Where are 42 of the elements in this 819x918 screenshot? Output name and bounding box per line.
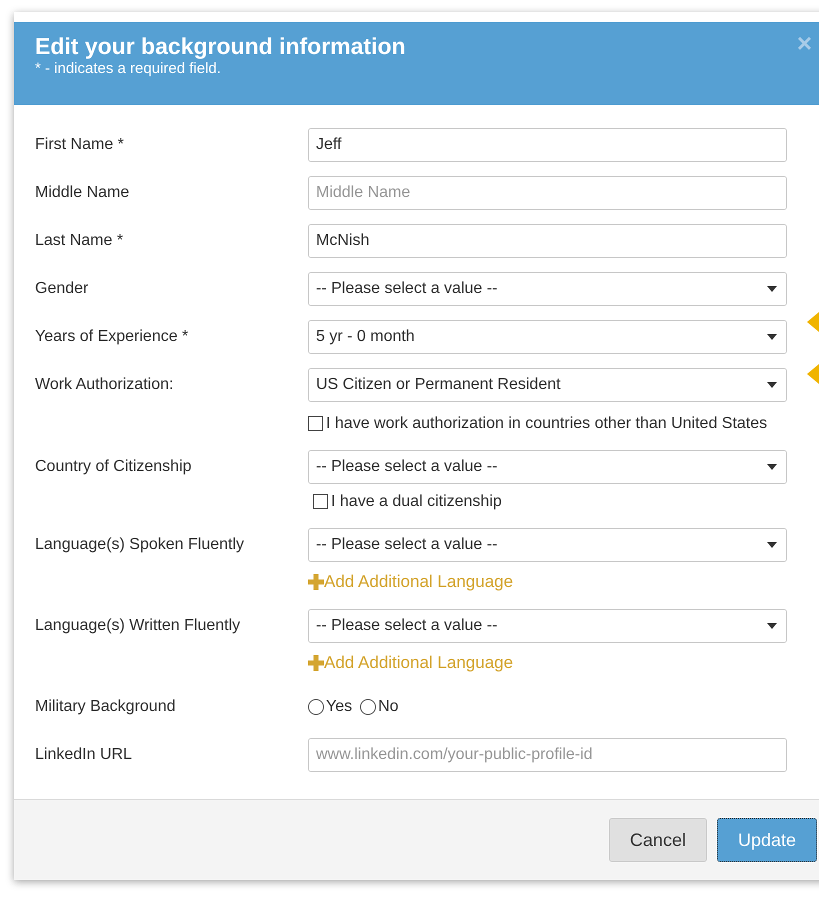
radio-label: No: [378, 698, 399, 716]
required-field-note: * - indicates a required field.: [35, 60, 222, 78]
select-field[interactable]: US Citizen or Permanent Resident: [308, 368, 787, 402]
field-label: Country of Citizenship: [35, 457, 193, 477]
select-field[interactable]: -- Please select a value --: [308, 272, 787, 306]
checkbox-label: I have a dual citizenship: [331, 492, 502, 512]
pointer-triangle-icon: [807, 364, 819, 384]
field-label: Language(s) Written Fluently: [35, 616, 242, 636]
select-field[interactable]: -- Please select a value --: [308, 450, 787, 484]
caret-icon: [767, 334, 777, 340]
caret-icon: [767, 542, 777, 548]
field-label: Middle Name: [35, 183, 130, 203]
cancel-button[interactable]: Cancel: [608, 818, 707, 862]
text-field[interactable]: Jeff: [308, 128, 787, 162]
checkbox[interactable]: [308, 416, 323, 431]
radio-label: Yes: [326, 698, 352, 716]
text-field[interactable]: McNish: [308, 224, 787, 258]
select-field[interactable]: 5 yr - 0 month: [308, 320, 787, 354]
plus-icon: [308, 574, 324, 590]
field-label: Gender: [35, 279, 90, 299]
field-label: LinkedIn URL: [35, 745, 133, 765]
select-field[interactable]: -- Please select a value --: [308, 609, 787, 643]
checkbox-label: I have work authorization in countries other than United States: [326, 414, 768, 434]
caret-icon: [767, 464, 777, 470]
field-label: First Name *: [35, 135, 125, 155]
dialog-title: Edit your background information: [35, 32, 406, 60]
caret-icon: [767, 623, 777, 629]
field-label: Years of Experience *: [35, 327, 190, 347]
select-field[interactable]: -- Please select a value --: [308, 528, 787, 562]
field-label: Last Name *: [35, 231, 124, 251]
radio-button[interactable]: [360, 699, 376, 715]
field-label: Language(s) Spoken Fluently: [35, 535, 246, 555]
plus-icon: [308, 655, 324, 671]
field-label: Military Background: [35, 697, 176, 717]
caret-icon: [767, 382, 777, 388]
text-field[interactable]: Middle Name: [308, 176, 787, 210]
radio-button[interactable]: [308, 699, 324, 715]
pointer-triangle-icon: [807, 312, 819, 332]
caret-icon: [767, 286, 777, 292]
checkbox[interactable]: [313, 494, 328, 509]
text-field[interactable]: www.linkedin.com/your-public-profile-id: [308, 738, 787, 772]
field-label: Work Authorization:: [35, 375, 174, 395]
